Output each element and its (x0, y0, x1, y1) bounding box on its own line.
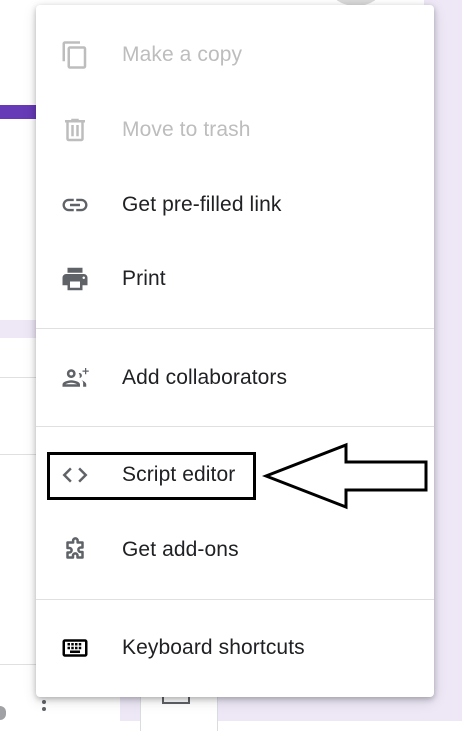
menu-divider (36, 599, 434, 600)
annotation-highlight-box (47, 452, 256, 500)
partial-icon (0, 706, 6, 720)
menu-divider (36, 328, 434, 329)
menu-item-label: Print (122, 267, 166, 290)
menu-item-move-to-trash[interactable]: Move to trash (36, 100, 434, 160)
print-icon (60, 264, 90, 294)
menu-item-label: Move to trash (122, 118, 251, 141)
form-divider (0, 454, 40, 455)
form-header-accent (0, 105, 40, 119)
menu-item-print[interactable]: Print (36, 249, 434, 309)
more-vert-icon[interactable] (40, 697, 48, 711)
menu-item-get-pre-filled-link[interactable]: Get pre-filled link (36, 175, 434, 235)
keyboard-icon (60, 633, 90, 663)
menu-item-label: Add collaborators (122, 366, 288, 389)
menu-item-get-add-ons[interactable]: Get add-ons (36, 520, 434, 580)
copy-icon (60, 40, 90, 70)
annotation-arrow-icon (262, 442, 428, 510)
menu-item-label: Get add-ons (122, 538, 239, 561)
form-divider (0, 664, 40, 665)
menu-item-label: Make a copy (122, 43, 243, 66)
add-people-icon (60, 363, 90, 393)
form-divider (0, 377, 40, 378)
more-options-menu: Make a copy Move to trash Get pre-filled… (36, 5, 434, 697)
menu-divider (36, 426, 434, 427)
menu-item-add-collaborators[interactable]: Add collaborators (36, 348, 434, 408)
menu-item-keyboard-shortcuts[interactable]: Keyboard shortcuts (36, 618, 434, 678)
trash-icon (60, 115, 90, 145)
menu-item-label: Keyboard shortcuts (122, 636, 305, 659)
link-icon (60, 190, 90, 220)
menu-item-label: Get pre-filled link (122, 193, 282, 216)
puzzle-icon (60, 535, 90, 565)
menu-item-make-a-copy[interactable]: Make a copy (36, 25, 434, 85)
form-section-strip (0, 320, 40, 338)
